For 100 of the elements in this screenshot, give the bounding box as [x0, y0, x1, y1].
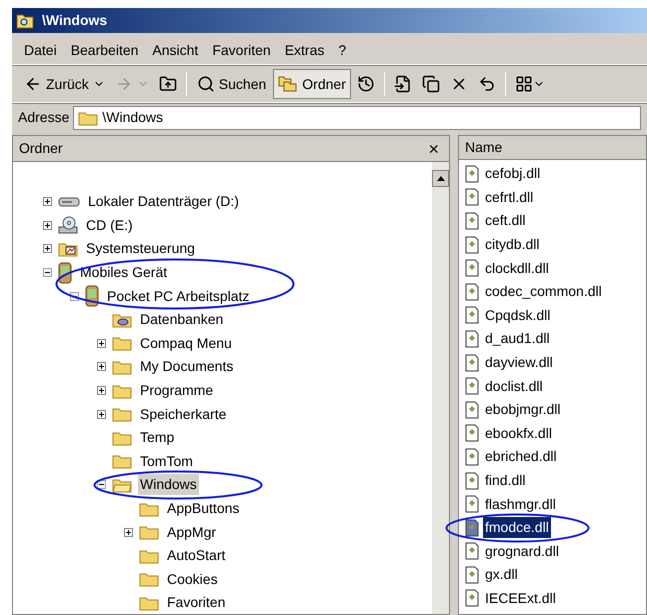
file-name[interactable]: ebobjmgr.dll [483, 399, 562, 420]
folder-icon [139, 548, 159, 564]
file-name[interactable]: d_aud1.dll [483, 328, 552, 350]
menu-item[interactable]: Bearbeiten [68, 40, 140, 61]
disc-icon [58, 216, 78, 234]
expand-button[interactable] [43, 220, 52, 230]
tree-item[interactable]: Temp [138, 427, 176, 448]
tree-item[interactable]: My Documents [138, 356, 236, 378]
file-name[interactable]: doclist.dll [483, 376, 545, 397]
dll-file-icon [465, 164, 479, 183]
tree-item[interactable]: AppMgr [165, 522, 218, 543]
file-name[interactable]: Cpqdsk.dll [483, 304, 552, 326]
file-name[interactable]: cefobj.dll [483, 163, 542, 184]
file-name[interactable]: grognard.dll [483, 540, 561, 562]
folder-icon [112, 453, 132, 470]
tree-item[interactable]: CD (E:) [84, 214, 135, 236]
dll-file-icon [465, 188, 479, 206]
dll-file-icon [465, 495, 479, 514]
collapse-button[interactable] [43, 268, 52, 278]
dll-file-icon [465, 589, 479, 608]
folder-icon [112, 382, 132, 399]
file-name[interactable]: fmodce.dll [483, 517, 551, 538]
scrollbar[interactable] [432, 162, 449, 614]
dll-file-icon [465, 472, 479, 490]
history-icon [356, 75, 375, 93]
grid-view-icon [514, 75, 533, 93]
expand-button[interactable] [97, 410, 106, 419]
window-title: \Windows [42, 11, 108, 30]
dll-file-icon [465, 259, 479, 278]
file-name[interactable]: ebriched.dll [483, 446, 559, 468]
folder-icon [112, 430, 132, 446]
dll-file-icon [465, 566, 479, 584]
up-triangle-icon [436, 176, 444, 181]
column-header[interactable]: Name [459, 136, 646, 160]
tree-item[interactable]: Programme [138, 380, 216, 402]
search-icon [196, 75, 215, 93]
close-button[interactable]: × [424, 140, 443, 158]
file-name[interactable]: cefrtl.dll [483, 186, 536, 208]
menu-item[interactable]: ? [336, 40, 348, 61]
dll-file-icon [465, 236, 479, 254]
tree-item[interactable]: Pocket PC Arbeitsplatz [105, 286, 252, 307]
expand-button[interactable] [97, 338, 106, 348]
file-name[interactable]: IECEExt.dll [483, 588, 558, 609]
tree-item[interactable]: Favoriten [165, 592, 228, 614]
expand-button[interactable] [97, 386, 106, 396]
folder-icon [112, 358, 132, 375]
folder-icon [139, 594, 159, 611]
file-name[interactable]: gx.dll [483, 564, 520, 586]
tree-item[interactable]: Cookies [165, 568, 220, 590]
dll-file-icon [465, 448, 479, 466]
handheld-device-icon [85, 285, 99, 308]
file-name[interactable]: dayview.dll [483, 352, 555, 374]
folder-icon [139, 571, 159, 588]
folder-icon [139, 500, 159, 517]
tree-item[interactable]: Mobiles Gerät [78, 262, 170, 284]
address-field[interactable]: \Windows [73, 106, 641, 130]
dll-file-icon [465, 282, 479, 301]
folders-icon [278, 75, 298, 93]
tree-item[interactable]: Systemsteuerung [84, 238, 197, 260]
file-name[interactable]: clockdll.dll [483, 258, 551, 279]
menu-item[interactable]: Ansicht [150, 40, 200, 61]
file-name[interactable]: find.dll [483, 470, 528, 492]
tree-item[interactable]: AutoStart [165, 545, 228, 566]
tree-item[interactable]: Compaq Menu [138, 332, 234, 354]
move-file-icon [394, 75, 412, 93]
file-name[interactable]: ebookfx.dll [483, 422, 554, 444]
control-panel-icon [58, 240, 78, 257]
tree-item[interactable]: Speicherkarte [138, 404, 228, 425]
tree-item[interactable]: Datenbanken [138, 309, 226, 330]
expand-button[interactable] [43, 197, 52, 206]
file-name[interactable]: ceft.dll [483, 210, 528, 232]
tree-item[interactable]: Lokaler Datenträger (D:) [86, 191, 241, 212]
folder-icon [112, 406, 132, 422]
expand-button[interactable] [124, 528, 133, 537]
expand-button[interactable] [97, 362, 106, 372]
copy-icon [422, 75, 440, 93]
file-name[interactable]: flashmgr.dll [483, 494, 558, 515]
undo-icon [478, 75, 496, 93]
menu-item[interactable]: Extras [282, 40, 326, 61]
dll-file-icon [465, 306, 479, 324]
dll-file-icon [465, 518, 479, 537]
search-button[interactable]: Suchen [192, 69, 272, 99]
folders-button[interactable]: Ordner [273, 69, 351, 99]
back-button[interactable]: Zurück [20, 70, 109, 98]
tree-item[interactable]: Windows [138, 474, 199, 496]
tree-item[interactable]: AppButtons [165, 498, 242, 520]
folder-icon [139, 524, 159, 540]
menu-item[interactable]: Favoriten [210, 40, 273, 61]
file-name[interactable]: citydb.dll [483, 234, 542, 256]
dll-file-icon [465, 212, 479, 230]
dll-file-icon [465, 542, 479, 560]
menu-item[interactable]: Datei [22, 40, 59, 61]
folder-up-icon [158, 75, 177, 93]
database-icon [112, 312, 132, 328]
expand-button[interactable] [43, 244, 52, 254]
dll-file-icon [465, 330, 479, 348]
scroll-up-button[interactable] [432, 170, 449, 187]
file-name[interactable]: codec_common.dll [483, 281, 604, 302]
tree-item[interactable]: TomTom [138, 450, 195, 472]
open-folder-icon [112, 476, 132, 493]
